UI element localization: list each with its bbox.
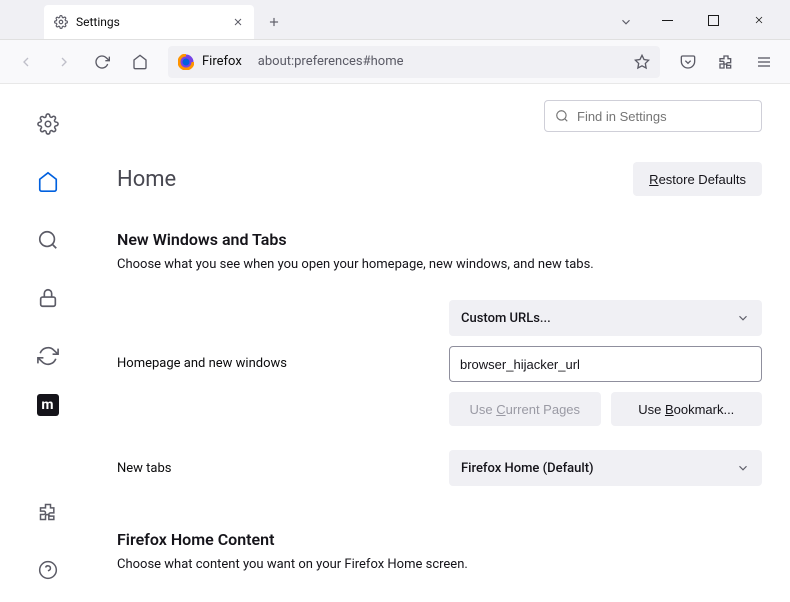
pocket-icon[interactable] xyxy=(672,46,704,78)
newtabs-value: Firefox Home (Default) xyxy=(461,461,594,476)
search-icon xyxy=(555,109,569,123)
use-bookmark-button[interactable]: Use Bookmark... xyxy=(611,392,763,426)
sidebar-search-icon[interactable] xyxy=(28,220,68,260)
url-source-label: Firefox xyxy=(202,54,242,69)
chevron-down-icon xyxy=(736,311,750,325)
bookmark-star-icon[interactable] xyxy=(634,54,650,70)
close-window-button[interactable] xyxy=(736,4,782,36)
section-new-windows-title: New Windows and Tabs xyxy=(117,230,762,249)
close-icon[interactable] xyxy=(232,16,244,28)
homepage-mode-select[interactable]: Custom URLs... xyxy=(449,300,762,336)
homepage-url-input[interactable] xyxy=(449,346,762,382)
url-bar[interactable]: Firefox about:preferences#home xyxy=(168,46,660,78)
section-home-content-title: Firefox Home Content xyxy=(117,530,762,549)
sidebar-sync-icon[interactable] xyxy=(28,336,68,376)
extensions-icon[interactable] xyxy=(710,46,742,78)
newtabs-select[interactable]: Firefox Home (Default) xyxy=(449,450,762,486)
settings-search-box[interactable] xyxy=(544,100,762,132)
page-title: Home xyxy=(117,167,176,192)
section-new-windows-desc: Choose what you see when you open your h… xyxy=(117,257,762,272)
settings-sidebar: m xyxy=(0,84,95,602)
browser-tab[interactable]: Settings xyxy=(44,5,254,39)
settings-search-input[interactable] xyxy=(577,109,753,124)
forward-button[interactable] xyxy=(48,46,80,78)
section-home-content-desc: Choose what content you want on your Fir… xyxy=(117,557,762,572)
back-button[interactable] xyxy=(10,46,42,78)
tabs-dropdown-icon[interactable] xyxy=(612,8,640,36)
sidebar-general-icon[interactable] xyxy=(28,104,68,144)
gear-icon xyxy=(54,15,68,29)
window-controls xyxy=(644,4,782,36)
homepage-label: Homepage and new windows xyxy=(117,300,437,371)
navigation-toolbar: Firefox about:preferences#home xyxy=(0,40,790,84)
chevron-down-icon xyxy=(736,461,750,475)
home-button[interactable] xyxy=(124,46,156,78)
restore-defaults-button[interactable]: Restore Defaults xyxy=(633,162,762,196)
sidebar-mozilla-icon[interactable]: m xyxy=(37,394,59,416)
content-area: m Home Restore Defaults New Windows and … xyxy=(0,84,790,602)
newtabs-label: New tabs xyxy=(117,461,449,476)
sidebar-extensions-icon[interactable] xyxy=(28,492,68,532)
titlebar: Settings xyxy=(0,0,790,40)
sidebar-help-icon[interactable] xyxy=(28,550,68,590)
firefox-logo-icon xyxy=(178,54,194,70)
url-text: about:preferences#home xyxy=(258,54,404,69)
homepage-mode-value: Custom URLs... xyxy=(461,311,551,326)
sidebar-home-icon[interactable] xyxy=(28,162,68,202)
tab-title: Settings xyxy=(76,15,120,29)
app-menu-icon[interactable] xyxy=(748,46,780,78)
use-current-pages-button[interactable]: Use Current Pages xyxy=(449,392,601,426)
minimize-button[interactable] xyxy=(644,4,690,36)
sidebar-privacy-icon[interactable] xyxy=(28,278,68,318)
settings-main: Home Restore Defaults New Windows and Ta… xyxy=(95,84,790,602)
new-tab-button[interactable] xyxy=(260,8,288,36)
reload-button[interactable] xyxy=(86,46,118,78)
maximize-button[interactable] xyxy=(690,4,736,36)
